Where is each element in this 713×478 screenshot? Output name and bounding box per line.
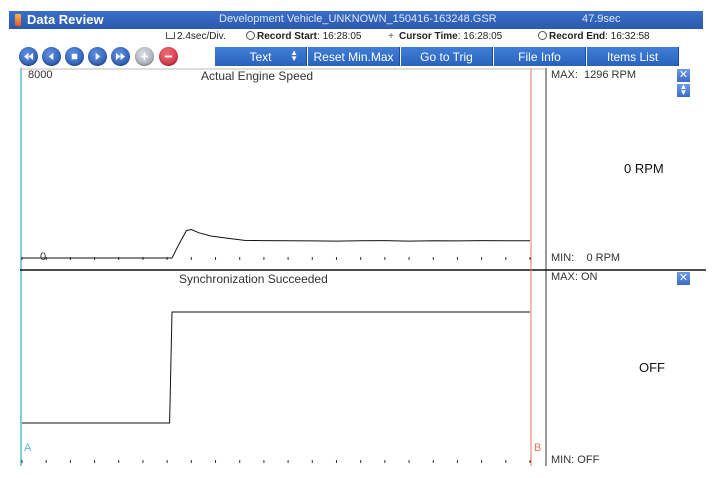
cursor-icon: + — [388, 31, 394, 42]
reset-min-max-button[interactable]: Reset Min.Max — [308, 47, 400, 66]
chart-canvas[interactable] — [20, 68, 706, 466]
time-per-div: 2.4sec/Div. — [177, 31, 226, 42]
channel-title-engine-speed: Actual Engine Speed — [201, 69, 314, 83]
scale-adjust-button[interactable]: ▲ ▼ — [677, 82, 690, 97]
cursor-time-label: Cursor Time — [399, 31, 458, 42]
step-back-icon — [48, 52, 54, 61]
max-value: 1296 RPM — [584, 69, 637, 81]
record-start-label: Record Start — [257, 31, 318, 42]
min-value: 0 RPM — [586, 252, 621, 264]
window-title: Data Review — [27, 12, 104, 27]
max-label: MAX: 1296 RPM — [551, 69, 637, 81]
clock-icon — [246, 31, 255, 40]
min-value: OFF — [577, 454, 600, 466]
up-down-icon: ▲ ▼ — [679, 82, 688, 97]
info-bar: 2.4sec/Div. Record Start: 16:28:05 + Curs… — [160, 30, 705, 44]
step-back-button[interactable] — [42, 47, 61, 66]
current-value: 0 RPM — [624, 161, 664, 176]
rewind-icon — [23, 52, 34, 61]
close-channel-button[interactable]: ✕ — [677, 69, 690, 82]
record-end-label: Record End — [549, 31, 606, 42]
stop-icon — [71, 53, 78, 60]
record-duration: 47.9sec — [582, 13, 621, 25]
toolbar: Text ▲ ▼ Reset Min.Max Go to Trig File In… — [19, 46, 705, 66]
record-end-value: : 16:32:58 — [605, 31, 650, 42]
current-value: OFF — [639, 360, 665, 375]
close-channel-button[interactable]: ✕ — [677, 272, 690, 285]
title-bar: Data Review Development Vehicle_UNKNOWN_… — [9, 11, 703, 29]
file-name: Development Vehicle_UNKNOWN_150416-16324… — [219, 13, 497, 25]
text-mode-label: Text — [249, 49, 272, 64]
max-value: ON — [580, 271, 598, 283]
fast-forward-icon — [115, 52, 126, 61]
plus-icon — [140, 52, 149, 61]
cursor-a-label: A — [24, 442, 32, 454]
play-icon — [95, 52, 101, 61]
zoom-in-button[interactable] — [135, 47, 154, 66]
y-axis-max-label: 8000 — [28, 69, 53, 81]
plot-area[interactable]: 8000 0 Actual Engine Speed MAX: 1296 RPM… — [20, 68, 706, 466]
max-label: MAX: ON — [551, 271, 598, 283]
text-mode-select[interactable]: Text ▲ ▼ — [215, 47, 307, 66]
file-info-button[interactable]: File Info — [494, 47, 586, 66]
cursor-time-value: : 16:28:05 — [457, 31, 503, 42]
clock-icon — [538, 31, 547, 40]
items-list-button[interactable]: Items List — [587, 47, 679, 66]
rewind-button[interactable] — [19, 47, 38, 66]
minus-icon — [164, 55, 173, 58]
engine-speed-trace — [22, 228, 530, 259]
play-button[interactable] — [88, 47, 107, 66]
channel-title-sync: Synchronization Succeeded — [179, 272, 328, 286]
min-label: MIN: 0 RPM — [551, 252, 621, 264]
min-label: MIN: OFF — [551, 454, 600, 466]
go-to-trig-button[interactable]: Go to Trig — [401, 47, 493, 66]
cursor-b-label: B — [534, 442, 542, 454]
y-axis-zero-label: 0 — [40, 251, 47, 263]
record-start-value: : 16:28:05 — [317, 31, 362, 42]
up-down-icon: ▲ ▼ — [290, 48, 298, 63]
app-icon — [15, 14, 21, 26]
sync-succeeded-trace — [22, 311, 530, 424]
fast-forward-button[interactable] — [111, 47, 130, 66]
x-axis-ticks — [21, 460, 531, 463]
stop-button[interactable] — [65, 47, 84, 66]
time-div-icon — [166, 32, 175, 39]
zoom-out-button[interactable] — [159, 47, 178, 66]
